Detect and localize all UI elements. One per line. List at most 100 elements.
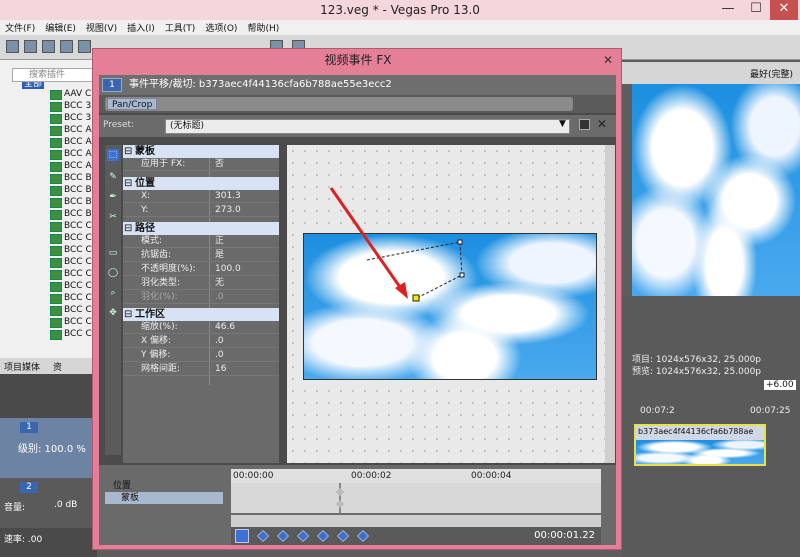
add-keyframe-button[interactable] [337, 530, 349, 542]
timeline-event[interactable]: b373aec4f44136cfa6b788ae [634, 424, 766, 466]
plugin-item[interactable]: BCC B [18, 208, 92, 220]
mask-canvas[interactable] [287, 145, 605, 463]
render-icon[interactable] [60, 40, 73, 53]
plugin-item[interactable]: BCC C [18, 268, 92, 280]
volume-value[interactable]: .0 dB [54, 500, 77, 510]
plugin-item[interactable]: BCC A [18, 148, 92, 160]
kf-label-mask[interactable]: 蒙板 [105, 492, 223, 504]
plugin-item[interactable]: BCC 3 [18, 100, 92, 112]
plugin-item[interactable]: BCC A [18, 160, 92, 172]
menu-insert[interactable]: 插入(I) [122, 20, 160, 35]
prop-mode[interactable]: 模式: 正 [123, 235, 279, 248]
properties-icon[interactable] [78, 40, 91, 53]
save-preset-icon[interactable] [579, 119, 590, 130]
prop-x-offset[interactable]: X 偏移: .0 [123, 335, 279, 348]
rectangle-tool-icon[interactable]: ▭ [107, 247, 119, 259]
first-keyframe-button[interactable] [257, 530, 269, 542]
anchor-tool-icon[interactable]: ✎ [107, 171, 119, 183]
minimize-button[interactable]: — [714, 0, 742, 20]
tab-project-media[interactable]: 项目媒体 资 [0, 358, 97, 374]
prop-value: 正 [215, 236, 225, 246]
plugin-item[interactable]: BCC B [18, 196, 92, 208]
prop-apply-to-fx[interactable]: 应用于 FX: 否 [123, 158, 279, 171]
pen-tool-icon[interactable]: ✒ [107, 191, 119, 203]
keyframe-scrollbar[interactable] [231, 515, 601, 527]
ellipse-tool-icon[interactable]: ◯ [107, 267, 119, 279]
open-icon[interactable] [24, 40, 37, 53]
menu-view[interactable]: 视图(V) [81, 20, 122, 35]
tab-label: 项目媒体 [4, 363, 41, 373]
section-mask[interactable]: 蒙板 [123, 145, 279, 158]
plugin-item[interactable]: BCC A [18, 124, 92, 136]
sync-cursor-button[interactable] [235, 529, 249, 543]
prop-antialias[interactable]: 抗锯齿: 是 [123, 249, 279, 262]
menu-tools[interactable]: 工具(T) [160, 20, 201, 35]
prop-y[interactable]: Y: 273.0 [123, 204, 279, 217]
prev-keyframe-button[interactable] [277, 530, 289, 542]
delete-keyframe-button[interactable] [357, 530, 369, 542]
prop-feather-type[interactable]: 羽化类型: 无 [123, 277, 279, 290]
plugin-item[interactable]: BCC A [18, 136, 92, 148]
menu-help[interactable]: 帮助(H) [242, 20, 284, 35]
plugin-item[interactable]: BCC C [18, 304, 92, 316]
prop-zoom[interactable]: 缩放(%): 46.6 [123, 321, 279, 334]
keyframe-marker[interactable] [335, 487, 345, 497]
keyframe-buttons: 00:00:01.22 [231, 527, 601, 545]
section-position[interactable]: 位置 [123, 177, 279, 190]
keyframe-ruler[interactable]: 00:00:00 00:00:02 00:00:04 [231, 469, 601, 483]
plugin-item[interactable]: BCC B [18, 172, 92, 184]
prop-grid-spacing[interactable]: 网格间距: 16 [123, 363, 279, 376]
menu-options[interactable]: 选项(O) [200, 20, 242, 35]
next-keyframe-button[interactable] [297, 530, 309, 542]
delete-preset-icon[interactable]: ✕ [597, 117, 607, 131]
plugin-item[interactable]: BCC C [18, 256, 92, 268]
event-name: b373aec4f44136cfa6b788ae [638, 427, 754, 436]
keyframe-controller: 位置 蒙板 00:00:00 00:00:02 00:00:04 00:00:0… [99, 465, 616, 545]
plugin-item[interactable]: AAV C [18, 88, 92, 100]
chevron-down-icon[interactable]: ▼ [559, 119, 566, 129]
section-path[interactable]: 路径 [123, 222, 279, 235]
plugin-item[interactable]: BCC C [18, 292, 92, 304]
plugin-item[interactable]: BCC C [18, 280, 92, 292]
track-level[interactable]: 级别: 100.0 % [18, 440, 86, 455]
menu-file[interactable]: 文件(F) [0, 20, 40, 35]
plugin-item[interactable]: BCC 3 [18, 112, 92, 124]
speed-label: 速率: .00 [4, 535, 43, 545]
last-keyframe-button[interactable] [317, 530, 329, 542]
app-title: 123.veg * - Vegas Pro 13.0 [320, 3, 480, 17]
dialog-close-button[interactable]: ✕ [601, 53, 615, 67]
preset-select[interactable]: (无标题) [165, 119, 570, 134]
new-icon[interactable] [6, 40, 19, 53]
prop-value: 301.3 [215, 191, 241, 201]
close-button[interactable]: ✕ [770, 0, 798, 20]
maximize-button[interactable]: ☐ [742, 0, 770, 20]
prop-opacity[interactable]: 不透明度(%): 100.0 [123, 263, 279, 276]
prop-feather[interactable]: 羽化(%): .0 [123, 291, 279, 304]
plugin-item[interactable]: BCC C [18, 244, 92, 256]
prop-x[interactable]: X: 301.3 [123, 190, 279, 203]
menu-edit[interactable]: 编辑(E) [40, 20, 81, 35]
zoom-tool-icon[interactable]: ⌕ [107, 287, 119, 299]
selection-tool-icon[interactable]: ✥ [107, 307, 119, 319]
canvas-scrollbar[interactable] [605, 145, 615, 463]
prop-value: .0 [215, 350, 224, 360]
quality-select[interactable]: 最好(完整) [750, 67, 793, 80]
mask-path[interactable] [287, 145, 605, 463]
normal-edit-tool-icon[interactable]: ⬚ [107, 149, 119, 161]
plugin-item[interactable]: BCC C [18, 220, 92, 232]
plugin-item[interactable]: BCC C [18, 328, 92, 340]
kf-label-position[interactable]: 位置 [105, 480, 223, 492]
save-icon[interactable] [42, 40, 55, 53]
audio-track-2[interactable]: 2 音量: .0 dB [0, 478, 97, 528]
video-track-1[interactable]: 1 级别: 100.0 % [0, 418, 97, 478]
keyframe-marker[interactable] [335, 499, 345, 509]
keyframe-track[interactable] [231, 483, 601, 513]
plugin-item[interactable]: BCC B [18, 184, 92, 196]
prop-y-offset[interactable]: Y 偏移: .0 [123, 349, 279, 362]
search-input[interactable]: 搜索插件 [12, 68, 97, 82]
section-workspace[interactable]: 工作区 [123, 308, 279, 321]
split-tool-icon[interactable]: ✂ [107, 211, 119, 223]
plugin-item[interactable]: BCC C [18, 316, 92, 328]
plugin-item[interactable]: BCC C [18, 232, 92, 244]
pan-crop-plugin[interactable]: Pan/Crop [107, 98, 158, 110]
